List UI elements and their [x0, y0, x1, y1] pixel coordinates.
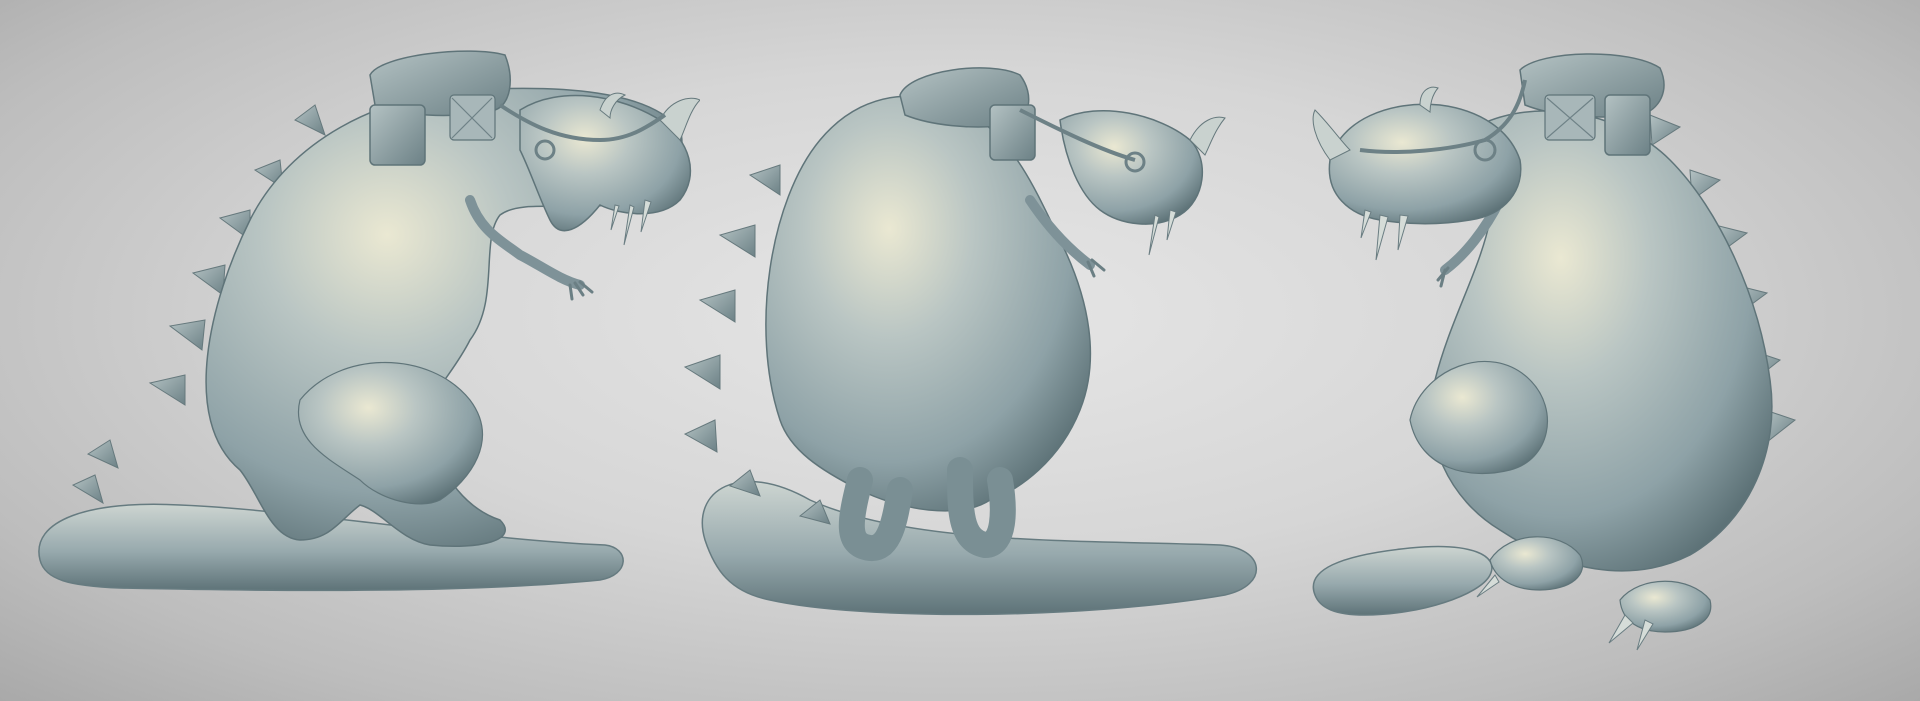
creature-foot	[1619, 580, 1712, 633]
saddle-bag	[369, 104, 426, 166]
creature-model-front	[1312, 53, 1797, 651]
creature-side-view	[0, 0, 700, 701]
creature-model-back	[683, 67, 1257, 616]
creature-body	[765, 95, 1092, 512]
creature-head	[1059, 110, 1204, 225]
render-canvas	[0, 0, 1920, 701]
creature-front-view	[1270, 0, 1920, 701]
creature-foot	[1489, 536, 1584, 591]
creature-back-view	[660, 0, 1280, 701]
creature-fangs	[610, 199, 652, 246]
creature-tail	[1312, 545, 1493, 616]
creature-hind-leg	[1409, 361, 1548, 475]
creature-model-side	[38, 50, 700, 592]
creature-fangs	[1360, 209, 1409, 261]
saddle-bag	[1604, 94, 1651, 156]
